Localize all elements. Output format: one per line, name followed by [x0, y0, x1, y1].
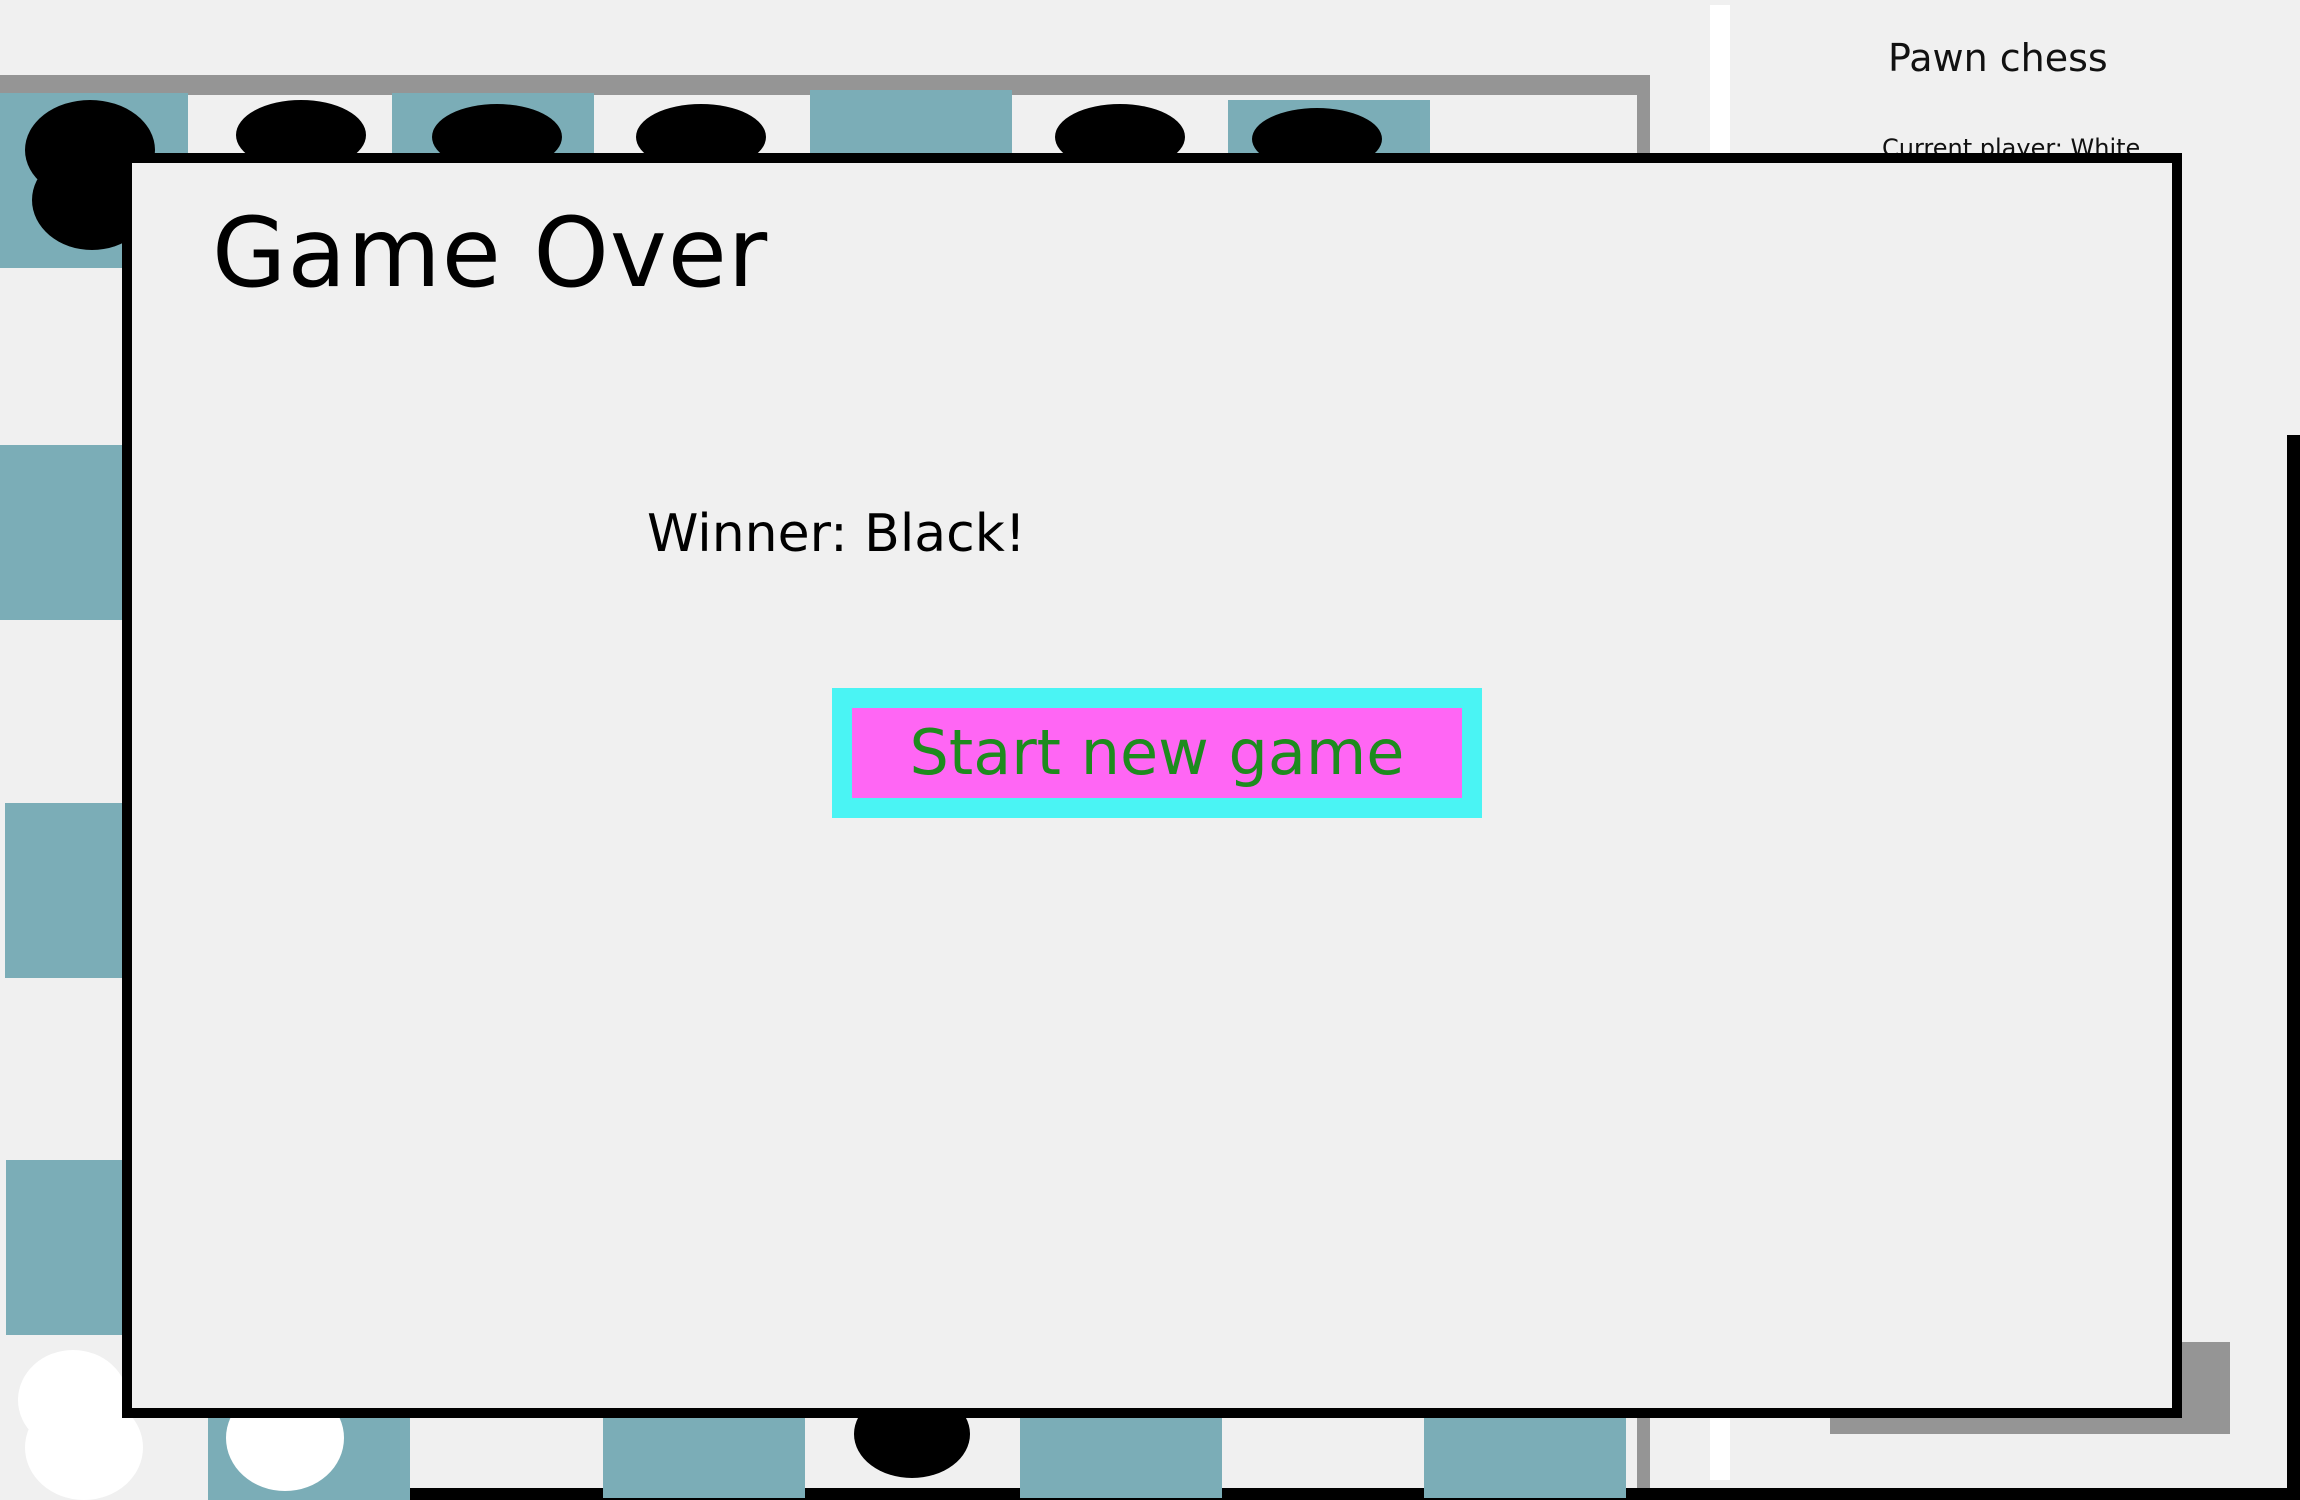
board-square[interactable]: [1020, 1410, 1222, 1498]
board-square[interactable]: [1424, 1410, 1626, 1498]
start-new-game-button[interactable]: Start new game: [832, 688, 1482, 818]
winner-label: Winner: Black!: [647, 504, 1026, 564]
board-square[interactable]: [5, 803, 125, 978]
side-panel-title: Pawn chess: [1888, 36, 2108, 80]
side-panel-border: [2287, 435, 2300, 1500]
board-square[interactable]: [0, 445, 125, 620]
game-over-dialog: Game Over Winner: Black! Start new game: [122, 153, 2182, 1418]
dialog-title: Game Over: [212, 197, 769, 309]
board-square[interactable]: [603, 1410, 805, 1498]
board-square[interactable]: [6, 1160, 125, 1335]
